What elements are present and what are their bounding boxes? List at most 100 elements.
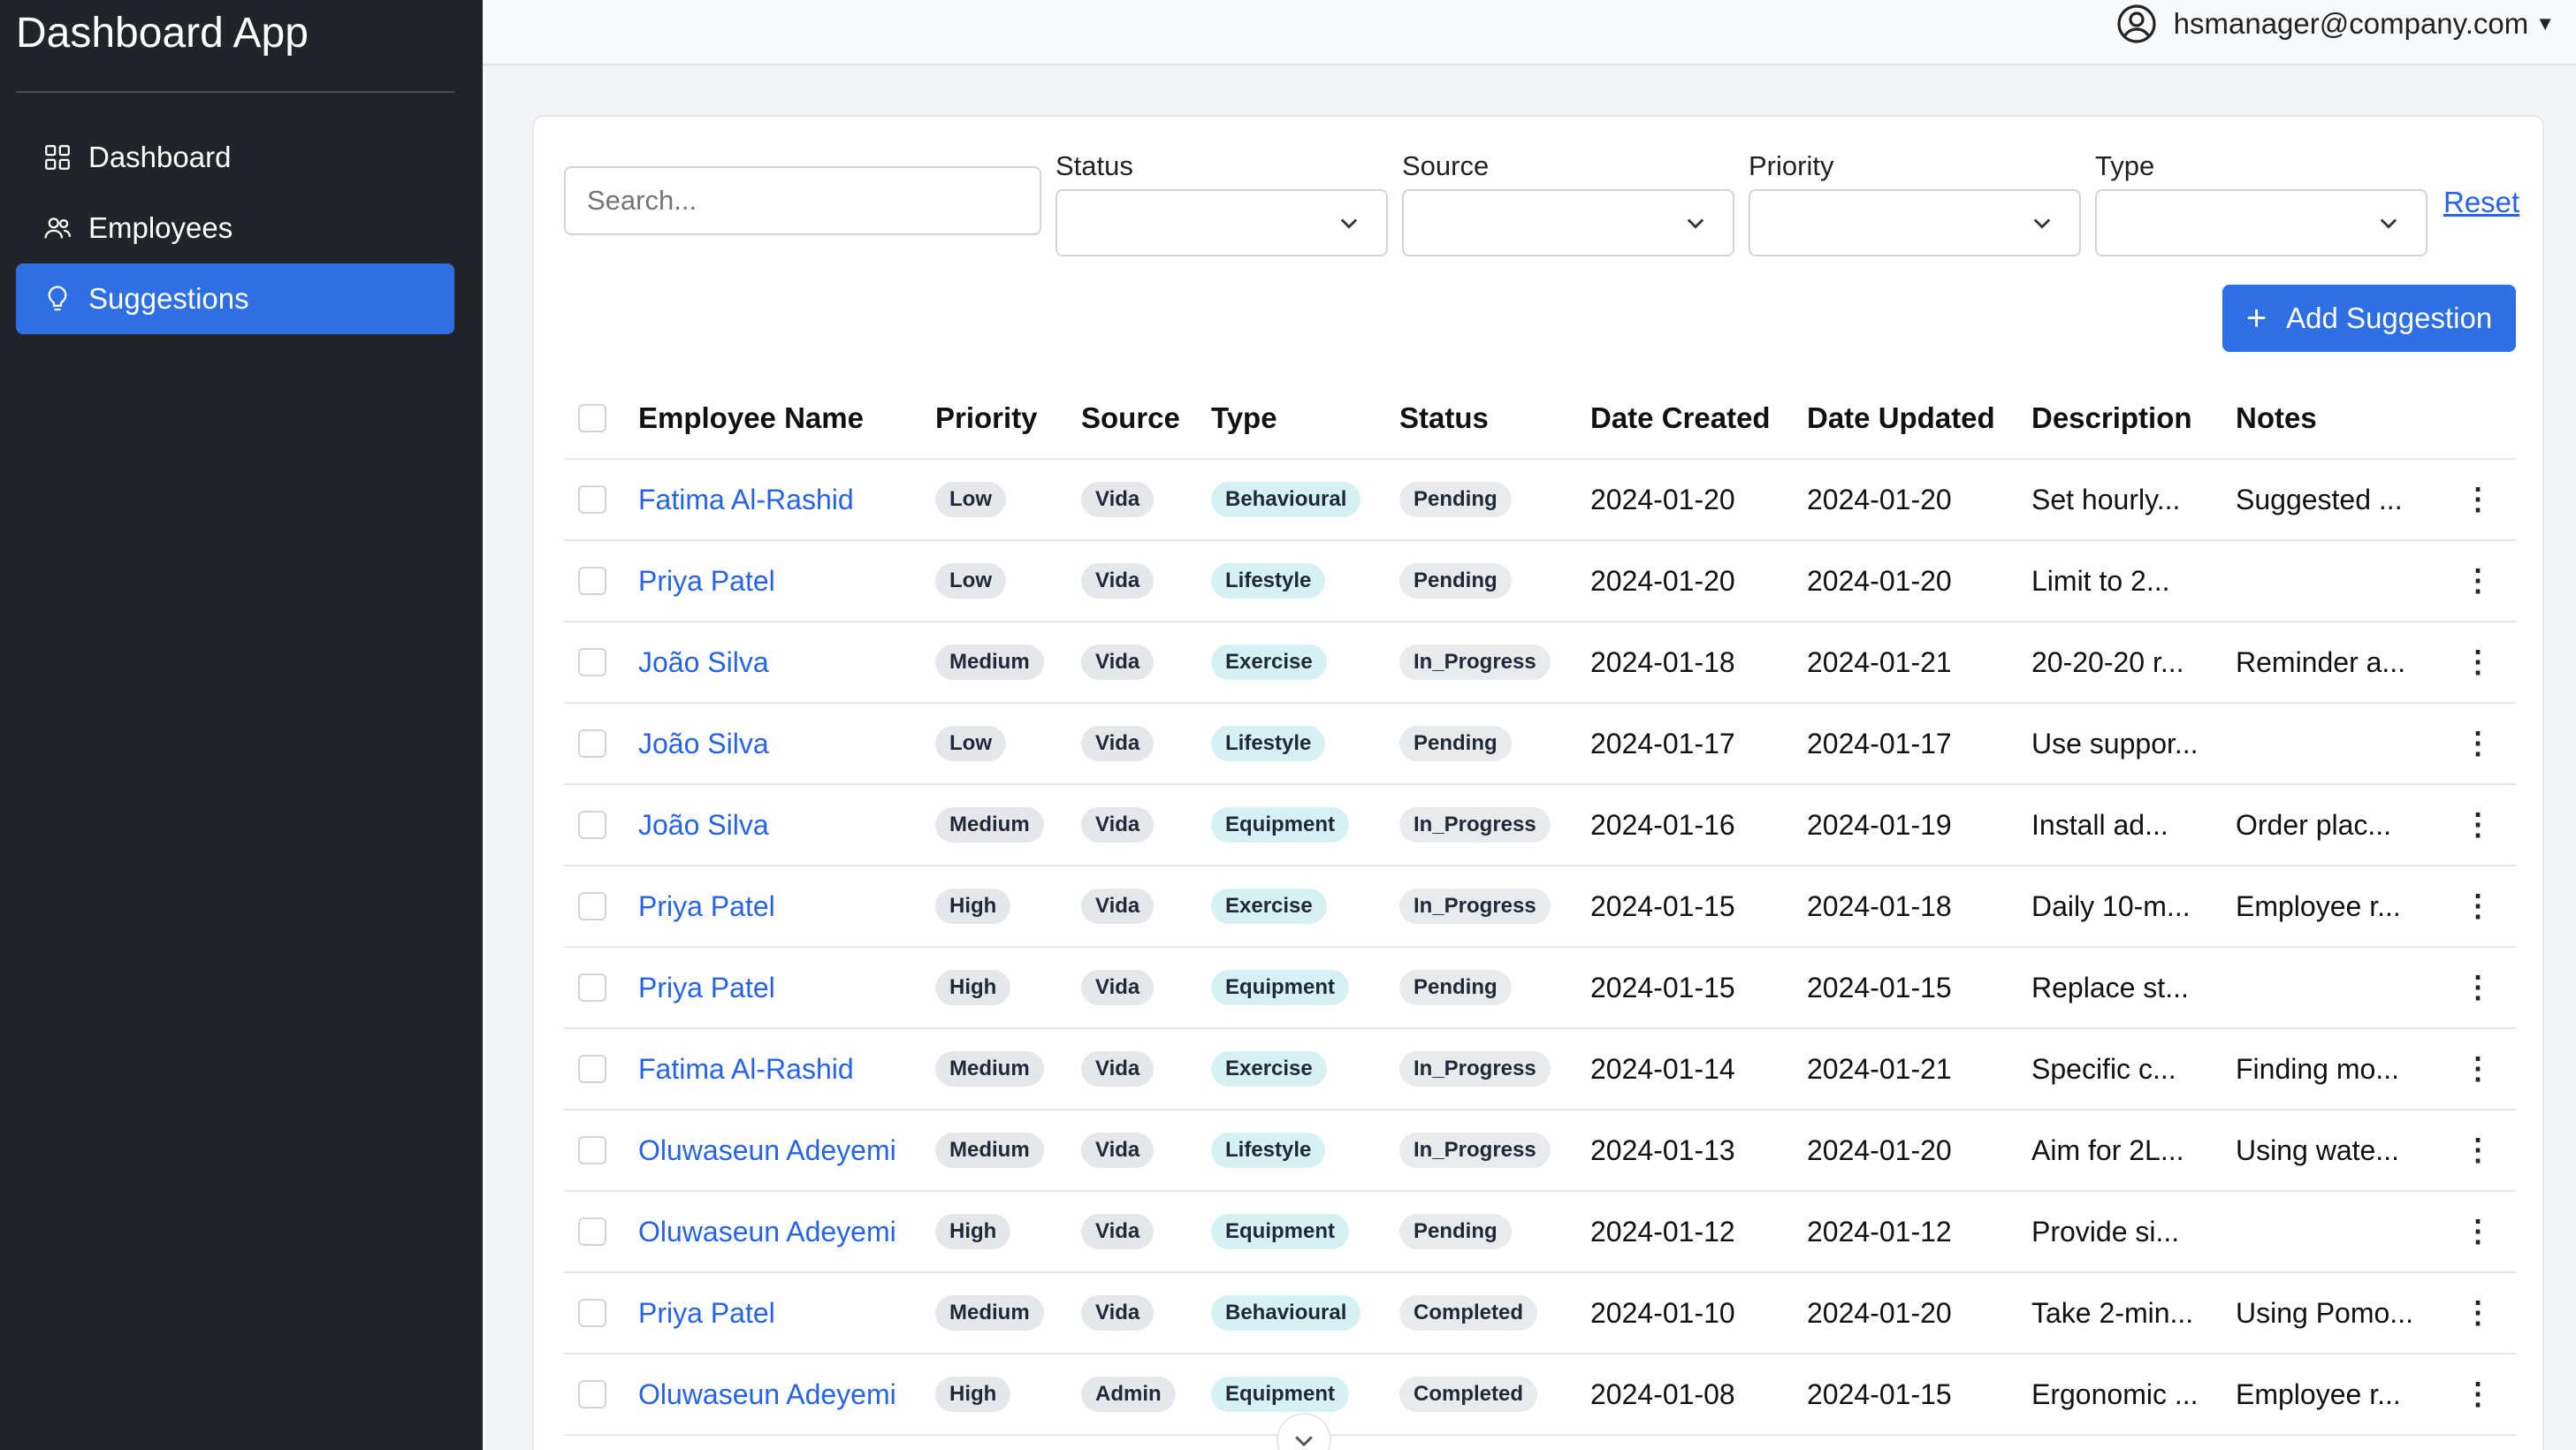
- sidebar-item-employees[interactable]: Employees: [16, 193, 454, 263]
- status-badge: In_Progress: [1399, 807, 1551, 843]
- grid-icon: [42, 142, 72, 172]
- priority-badge: High: [935, 1214, 1011, 1249]
- type-badge: Exercise: [1211, 1051, 1327, 1087]
- row-checkbox[interactable]: [578, 811, 606, 839]
- suggestions-card: Status Source Priority Type Reset + Add …: [532, 115, 2544, 1450]
- type-badge: Equipment: [1211, 1214, 1349, 1249]
- row-checkbox[interactable]: [578, 648, 606, 676]
- caret-down-icon: ▼: [2535, 12, 2555, 34]
- employee-name-link[interactable]: Priya Patel: [638, 890, 775, 923]
- date-updated: 2024-01-20: [1807, 483, 1952, 515]
- type-badge: Equipment: [1211, 807, 1349, 843]
- type-badge: Equipment: [1211, 970, 1349, 1005]
- date-updated: 2024-01-21: [1807, 645, 1952, 678]
- row-checkbox[interactable]: [578, 729, 606, 758]
- type-badge: Behavioural: [1211, 482, 1361, 517]
- row-checkbox[interactable]: [578, 973, 606, 1002]
- description: Provide si...: [2031, 1215, 2180, 1248]
- employee-name-link[interactable]: João Silva: [638, 728, 769, 760]
- reset-link[interactable]: Reset: [2443, 186, 2519, 219]
- more-vertical-icon[interactable]: ⋮: [2463, 645, 2493, 680]
- search-input[interactable]: [564, 166, 1041, 235]
- row-checkbox[interactable]: [578, 892, 606, 920]
- priority-badge: Medium: [935, 645, 1044, 680]
- topbar: hsmanager@company.com ▼: [483, 0, 2576, 65]
- sidebar-item-suggestions[interactable]: Suggestions: [16, 263, 454, 334]
- header-description[interactable]: Description: [2031, 378, 2192, 458]
- more-vertical-icon[interactable]: ⋮: [2463, 1295, 2493, 1331]
- employee-name-link[interactable]: Fatima Al-Rashid: [638, 484, 854, 516]
- employee-name-link[interactable]: Priya Patel: [638, 972, 775, 1004]
- header-priority[interactable]: Priority: [935, 378, 1038, 458]
- date-created: 2024-01-10: [1590, 1296, 1735, 1329]
- row-checkbox[interactable]: [578, 1136, 606, 1164]
- date-updated: 2024-01-20: [1807, 564, 1952, 597]
- employee-name-link[interactable]: Oluwaseun Adeyemi: [638, 1216, 896, 1248]
- chevron-down-icon: [2033, 218, 2051, 229]
- more-vertical-icon[interactable]: ⋮: [2463, 889, 2493, 924]
- source-badge: Vida: [1081, 970, 1155, 1005]
- type-filter-select[interactable]: [2095, 189, 2427, 256]
- chevron-down-icon: [2380, 218, 2397, 229]
- row-checkbox[interactable]: [578, 1299, 606, 1327]
- notes: Suggested ...: [2236, 483, 2403, 515]
- type-badge: Exercise: [1211, 889, 1327, 924]
- source-filter-select[interactable]: [1402, 189, 1734, 256]
- status-badge: Pending: [1399, 726, 1512, 761]
- status-badge: Completed: [1399, 1295, 1538, 1331]
- notes: Finding mo...: [2236, 1052, 2399, 1085]
- row-checkbox[interactable]: [578, 1217, 606, 1246]
- employee-name-link[interactable]: João Silva: [638, 809, 769, 842]
- header-source[interactable]: Source: [1081, 378, 1180, 458]
- employee-name-link[interactable]: Oluwaseun Adeyemi: [638, 1378, 896, 1411]
- add-suggestion-button[interactable]: + Add Suggestion: [2222, 285, 2516, 352]
- date-created: 2024-01-20: [1590, 483, 1735, 515]
- lightbulb-icon: [42, 284, 72, 314]
- status-badge: In_Progress: [1399, 1133, 1551, 1168]
- row-checkbox[interactable]: [578, 485, 606, 514]
- type-badge: Equipment: [1211, 1377, 1349, 1412]
- date-created: 2024-01-12: [1590, 1215, 1735, 1248]
- table-row: Priya Patel High Vida Equipment Pending 2024-…: [564, 948, 2516, 1029]
- date-updated: 2024-01-20: [1807, 1133, 1952, 1166]
- employee-name-link[interactable]: Oluwaseun Adeyemi: [638, 1134, 896, 1167]
- notes: Order plac...: [2236, 808, 2392, 841]
- more-vertical-icon[interactable]: ⋮: [2463, 1377, 2493, 1412]
- row-checkbox[interactable]: [578, 1380, 606, 1408]
- more-vertical-icon[interactable]: ⋮: [2463, 1214, 2493, 1249]
- more-vertical-icon[interactable]: ⋮: [2463, 807, 2493, 843]
- date-created: 2024-01-13: [1590, 1133, 1735, 1166]
- employee-name-link[interactable]: Priya Patel: [638, 565, 775, 598]
- row-checkbox[interactable]: [578, 1055, 606, 1083]
- more-vertical-icon[interactable]: ⋮: [2463, 1051, 2493, 1087]
- more-vertical-icon[interactable]: ⋮: [2463, 482, 2493, 517]
- priority-filter-select[interactable]: [1749, 189, 2081, 256]
- header-date-created[interactable]: Date Created: [1590, 378, 1771, 458]
- header-type[interactable]: Type: [1211, 378, 1277, 458]
- description: Specific c...: [2031, 1052, 2176, 1085]
- header-notes[interactable]: Notes: [2236, 378, 2317, 458]
- employee-name-link[interactable]: Fatima Al-Rashid: [638, 1053, 854, 1086]
- description: Replace st...: [2031, 971, 2189, 1004]
- header-employee[interactable]: Employee Name: [638, 378, 864, 458]
- employee-name-link[interactable]: Priya Patel: [638, 1297, 775, 1330]
- employee-name-link[interactable]: João Silva: [638, 646, 769, 679]
- header-status[interactable]: Status: [1399, 378, 1489, 458]
- more-vertical-icon[interactable]: ⋮: [2463, 563, 2493, 599]
- type-badge: Lifestyle: [1211, 563, 1326, 599]
- more-vertical-icon[interactable]: ⋮: [2463, 970, 2493, 1005]
- user-menu[interactable]: hsmanager@company.com ▼: [2115, 0, 2555, 48]
- sidebar-item-dashboard[interactable]: Dashboard: [16, 122, 454, 193]
- priority-badge: Medium: [935, 1133, 1044, 1168]
- sidebar-item-label: Suggestions: [88, 282, 249, 315]
- more-vertical-icon[interactable]: ⋮: [2463, 726, 2493, 761]
- type-filter-label: Type: [2095, 150, 2155, 181]
- row-checkbox[interactable]: [578, 567, 606, 595]
- header-date-updated[interactable]: Date Updated: [1807, 378, 1995, 458]
- select-all-checkbox[interactable]: [578, 404, 606, 432]
- more-vertical-icon[interactable]: ⋮: [2463, 1133, 2493, 1168]
- date-updated: 2024-01-12: [1807, 1215, 1952, 1248]
- description: Ergonomic ...: [2031, 1378, 2199, 1410]
- chevron-down-icon: [1295, 1436, 1313, 1447]
- status-filter-select[interactable]: [1056, 189, 1388, 256]
